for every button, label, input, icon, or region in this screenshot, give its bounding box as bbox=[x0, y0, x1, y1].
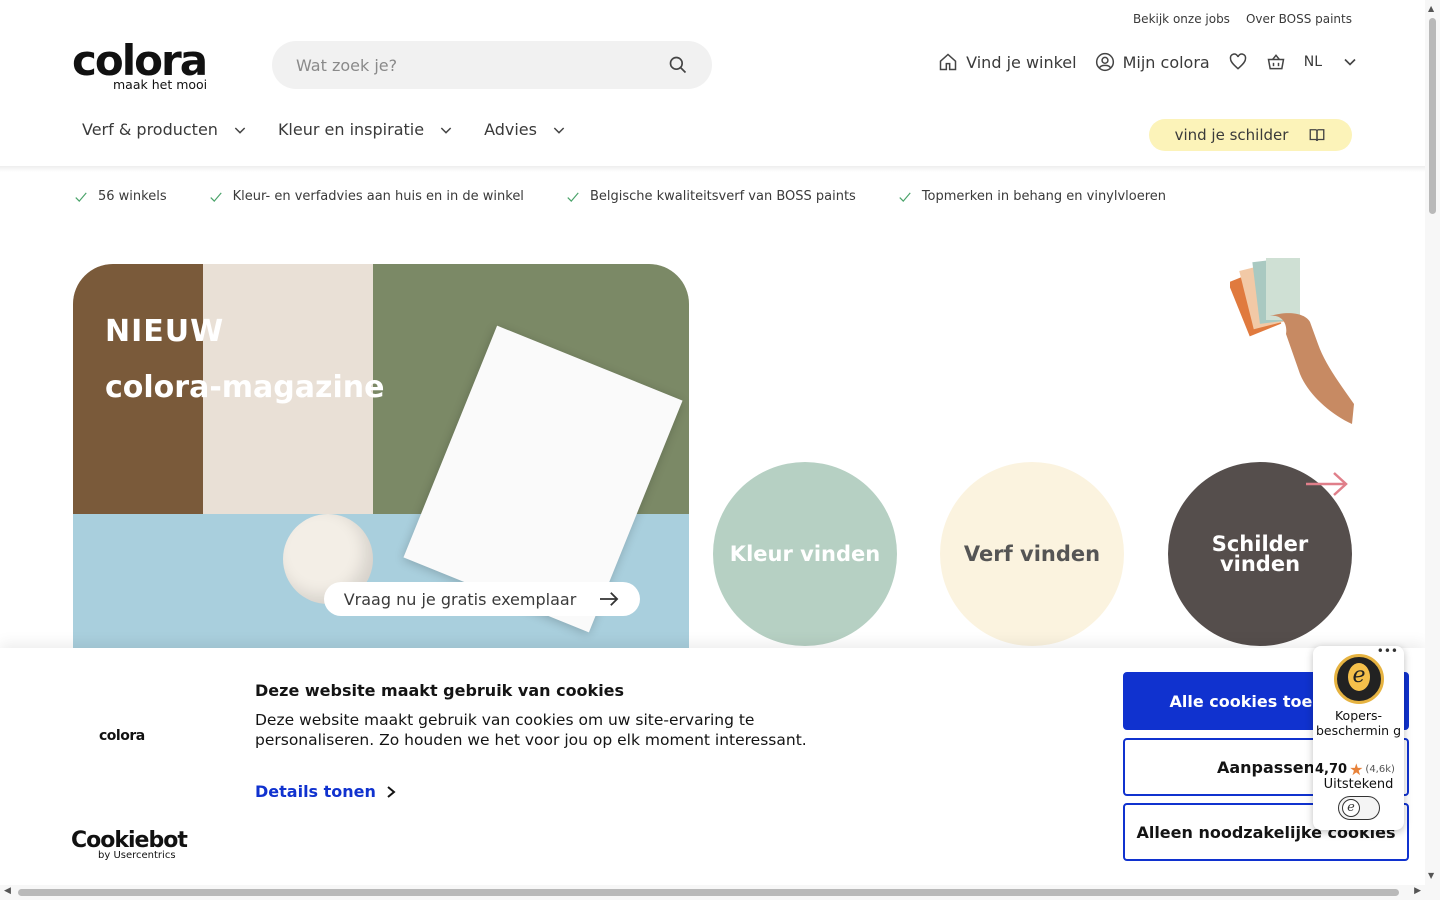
scroll-right-arrow-icon[interactable]: ▶ bbox=[1414, 886, 1421, 896]
colora-logo[interactable]: colora maak het mooi bbox=[72, 36, 227, 93]
chevron-down-icon bbox=[1344, 58, 1356, 66]
cookie-banner-logo: colora bbox=[99, 728, 145, 744]
trusted-rating-value: 4,70 bbox=[1315, 762, 1348, 777]
find-paint-circle[interactable]: Verf vinden bbox=[940, 462, 1124, 646]
trusted-shops-seal-icon: e bbox=[1334, 654, 1384, 704]
hero-cta-button[interactable]: Vraag nu je gratis exemplaar bbox=[324, 582, 640, 616]
cookie-details-toggle[interactable]: Details tonen bbox=[255, 782, 396, 801]
search-input[interactable] bbox=[296, 55, 668, 75]
user-icon bbox=[1095, 52, 1114, 72]
trusted-verdict: Uitstekend bbox=[1323, 777, 1394, 792]
vertical-scrollbar[interactable]: ▲ ▼ bbox=[1425, 0, 1440, 900]
header-divider bbox=[0, 166, 1425, 172]
trusted-e-icon: e bbox=[1342, 799, 1360, 817]
scroll-left-arrow-icon[interactable]: ◀ bbox=[4, 886, 11, 896]
basket-icon[interactable] bbox=[1266, 52, 1286, 72]
scroll-up-arrow-icon[interactable]: ▲ bbox=[1428, 4, 1434, 13]
chevron-down-icon bbox=[440, 126, 452, 134]
usp-item: 56 winkels bbox=[74, 189, 167, 204]
usp-item: Topmerken in behang en vinylvloeren bbox=[898, 189, 1166, 204]
chevron-right-icon bbox=[387, 785, 396, 798]
usp-text: 56 winkels bbox=[98, 189, 167, 204]
check-icon bbox=[209, 192, 222, 202]
language-value: NL bbox=[1303, 54, 1322, 70]
home-icon bbox=[939, 53, 957, 71]
hero-title-new: NIEUW bbox=[105, 314, 225, 349]
find-painter-label: vind je schilder bbox=[1174, 126, 1289, 144]
main-navigation: Verf & producten Kleur en inspiratie Adv… bbox=[82, 120, 567, 139]
book-icon bbox=[1309, 129, 1325, 142]
chevron-down-icon bbox=[553, 126, 565, 134]
search-icon[interactable] bbox=[668, 55, 688, 75]
jobs-link[interactable]: Bekijk onze jobs bbox=[1133, 12, 1230, 26]
usp-text: Belgische kwaliteitsverf van BOSS paints bbox=[589, 189, 856, 204]
vertical-scroll-thumb[interactable] bbox=[1429, 18, 1436, 214]
usp-text: Kleur- en verfadvies aan huis en in de w… bbox=[232, 189, 524, 204]
cookie-title: Deze website maakt gebruik van cookies bbox=[255, 681, 625, 700]
top-utility-links: Bekijk onze jobs Over BOSS paints bbox=[1133, 12, 1352, 26]
logo-wordmark: colora bbox=[72, 36, 208, 85]
scroll-down-arrow-icon[interactable]: ▼ bbox=[1428, 871, 1434, 880]
my-account-label: Mijn colora bbox=[1122, 52, 1210, 72]
hero-cta-label: Vraag nu je gratis exemplaar bbox=[343, 589, 577, 609]
usp-item: Belgische kwaliteitsverf van BOSS paints bbox=[566, 189, 856, 204]
trusted-toggle[interactable]: e bbox=[1338, 796, 1380, 820]
usp-item: Kleur- en verfadvies aan huis en in de w… bbox=[209, 189, 524, 204]
check-icon bbox=[899, 192, 911, 202]
nav-label: Advies bbox=[484, 120, 537, 139]
cookiebot-sub: by Usercentrics bbox=[98, 850, 176, 861]
horizontal-scroll-thumb[interactable] bbox=[18, 889, 1399, 896]
nav-label: Verf & producten bbox=[82, 120, 218, 139]
search-bar bbox=[272, 41, 712, 89]
language-select[interactable]: NL bbox=[1304, 52, 1360, 72]
trusted-label: Kopers-beschermin g bbox=[1315, 708, 1402, 738]
find-color-circle[interactable]: Kleur vinden bbox=[713, 462, 897, 646]
check-icon bbox=[75, 192, 87, 202]
logo-tagline: maak het mooi bbox=[113, 77, 208, 92]
more-options-icon[interactable]: ••• bbox=[1377, 644, 1398, 658]
find-color-label: Kleur vinden bbox=[729, 542, 881, 566]
hero-banner[interactable]: NIEUW colora-magazine Vraag nu je gratis… bbox=[73, 264, 689, 648]
find-store-label: Vind je winkel bbox=[966, 52, 1077, 72]
header-actions: Vind je winkel Mijn colora NL bbox=[938, 52, 1360, 72]
carousel-next-arrow-icon[interactable] bbox=[1304, 470, 1350, 498]
nav-color-inspiration[interactable]: Kleur en inspiratie bbox=[278, 120, 454, 139]
cookie-details-label: Details tonen bbox=[255, 782, 376, 801]
find-store-link[interactable]: Vind je winkel bbox=[938, 52, 1077, 72]
check-icon bbox=[567, 192, 579, 202]
hero-title-magazine: colora-magazine bbox=[105, 370, 385, 405]
heart-icon[interactable] bbox=[1228, 52, 1248, 72]
usp-bar: 56 winkels Kleur- en verfadvies aan huis… bbox=[74, 189, 1166, 204]
cookie-description: Deze website maakt gebruik van cookies o… bbox=[255, 711, 807, 749]
nav-advice[interactable]: Advies bbox=[484, 120, 567, 139]
cookie-consent-banner: colora Deze website maakt gebruik van co… bbox=[0, 648, 1425, 885]
find-painter-circle-label: Schilder vinden bbox=[1211, 532, 1309, 576]
nav-paint-products[interactable]: Verf & producten bbox=[82, 120, 248, 139]
arrow-right-icon bbox=[600, 592, 619, 606]
about-boss-link[interactable]: Over BOSS paints bbox=[1246, 12, 1352, 26]
horizontal-scrollbar[interactable]: ◀ ▶ bbox=[0, 885, 1425, 900]
trusted-shops-badge[interactable]: ••• e Kopers-beschermin g 4,70 ★ (4,6k) … bbox=[1313, 644, 1404, 830]
find-painter-button[interactable]: vind je schilder bbox=[1149, 119, 1352, 151]
trusted-review-count: (4,6k) bbox=[1365, 764, 1395, 775]
chevron-down-icon bbox=[234, 126, 246, 134]
my-account-link[interactable]: Mijn colora bbox=[1095, 52, 1210, 72]
hand-color-swatches-image bbox=[1230, 258, 1354, 424]
usp-text: Topmerken in behang en vinylvloeren bbox=[921, 189, 1167, 204]
nav-label: Kleur en inspiratie bbox=[277, 120, 425, 139]
find-paint-label: Verf vinden bbox=[963, 542, 1101, 566]
